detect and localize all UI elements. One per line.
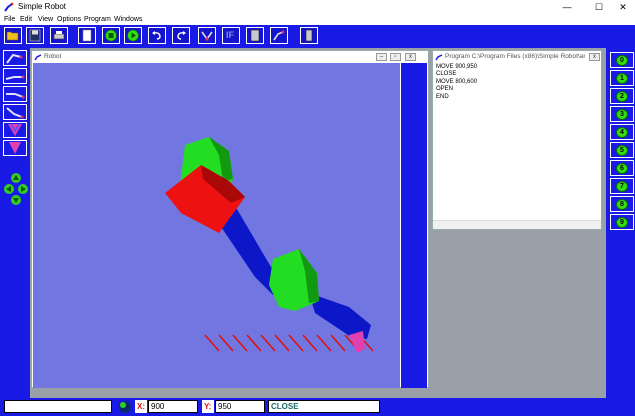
robot-window[interactable]: Robot – ▫ x	[31, 50, 429, 388]
program-editor[interactable]: MOVE 900,950 CLOSE MOVE 800,600 OPEN END	[436, 64, 477, 101]
robot-arm-icon	[4, 2, 14, 12]
number-panel: 0 1 2 3 4 5 6 7 8 9	[609, 48, 635, 398]
robot-scene	[165, 137, 374, 353]
save-button[interactable]	[26, 27, 44, 44]
blank-page-icon	[82, 29, 92, 42]
maximize-button[interactable]: ☐	[587, 0, 611, 15]
exit-button[interactable]	[300, 27, 318, 44]
undo-button[interactable]	[148, 27, 166, 44]
number-button-0[interactable]: 0	[610, 52, 634, 68]
program-line[interactable]: MOVE 900,950	[436, 64, 477, 71]
undo-icon	[152, 31, 161, 40]
status-message	[4, 400, 112, 413]
number-button-3[interactable]: 3	[610, 106, 634, 122]
number-button-5[interactable]: 5	[610, 142, 634, 158]
target-hatch	[204, 334, 374, 352]
robot-window-titlebar[interactable]: Robot – ▫ x	[32, 51, 428, 63]
menu-options[interactable]: Options	[57, 16, 81, 23]
robot-arm-icon	[435, 54, 443, 61]
gripper-state: CLOSE	[268, 400, 380, 413]
move-button[interactable]	[198, 27, 216, 44]
program-horizontal-scrollbar[interactable]	[433, 220, 601, 229]
if-label: IF	[226, 30, 234, 40]
document-icon	[250, 29, 260, 42]
open-button[interactable]	[4, 27, 22, 44]
arm-button[interactable]	[270, 27, 288, 44]
program-line[interactable]: OPEN	[436, 86, 477, 93]
folder-open-icon	[6, 31, 19, 41]
print-button[interactable]	[50, 27, 68, 44]
program-window-close-button[interactable]: x	[589, 53, 600, 61]
program-window[interactable]: Program C:\Program Files (x86)\Simple Ro…	[432, 50, 602, 230]
move-arrow-icon	[201, 31, 213, 41]
arm-extended-icon	[5, 75, 25, 80]
menu-program[interactable]: Program	[84, 16, 111, 23]
robot-arm-icon	[34, 54, 42, 61]
program-line[interactable]: CLOSE	[436, 71, 477, 78]
arm-pose-button-3[interactable]	[3, 86, 27, 102]
number-button-2[interactable]: 2	[610, 88, 634, 104]
robot-window-restore-button[interactable]: ▫	[390, 53, 401, 61]
arm-bent-icon	[6, 107, 24, 119]
gripper-close-icon	[9, 142, 21, 154]
robot-arm-icon	[273, 30, 285, 41]
number-button-9[interactable]: 9	[610, 214, 634, 230]
app-title: Simple Robot	[18, 2, 67, 11]
x-label: X:	[135, 400, 147, 413]
number-button-7[interactable]: 7	[610, 178, 634, 194]
program-button[interactable]	[246, 27, 264, 44]
stop-icon	[105, 29, 117, 42]
number-button-4[interactable]: 4	[610, 124, 634, 140]
number-button-8[interactable]: 8	[610, 196, 634, 212]
arm-pose-button-4[interactable]	[3, 104, 27, 120]
status-bar: X: 900 Y: 950 CLOSE	[0, 398, 635, 416]
robot-3d-view[interactable]	[33, 63, 400, 388]
close-button[interactable]: ✕	[611, 0, 635, 15]
play-icon	[127, 29, 139, 42]
robot-window-title: Robot	[44, 53, 62, 60]
minimize-button[interactable]: —	[555, 0, 579, 15]
floppy-disk-icon	[29, 29, 41, 42]
menu-edit[interactable]: Edit	[20, 16, 32, 23]
number-button-6[interactable]: 6	[610, 160, 634, 176]
program-line[interactable]: MOVE 800,600	[436, 79, 477, 86]
program-line[interactable]: END	[436, 94, 477, 101]
arm-pose-button-1[interactable]	[3, 50, 27, 66]
toolbar: IF	[0, 25, 635, 46]
menu-windows[interactable]: Windows	[114, 16, 142, 23]
program-window-title: Program C:\Program Files (x86)\Simple Ro…	[445, 53, 585, 60]
printer-icon	[53, 31, 65, 40]
y-label: Y:	[202, 400, 214, 413]
title-bar: Simple Robot — ☐ ✕	[0, 0, 635, 15]
globe-icon	[116, 400, 134, 414]
workspace: Robot – ▫ x Program C:\Program Files (x8…	[30, 48, 606, 398]
robot-window-close-button[interactable]: x	[405, 53, 416, 61]
arm-lowered-icon	[6, 93, 25, 99]
run-button[interactable]	[124, 27, 142, 44]
menu-bar: File Edit View Options Program Windows	[0, 15, 635, 25]
gripper-open-button[interactable]	[3, 122, 27, 138]
robot-window-minimize-button[interactable]: –	[376, 53, 387, 61]
redo-icon	[177, 31, 186, 40]
direction-pad	[3, 172, 29, 206]
gripper-open-icon	[8, 123, 22, 136]
menu-file[interactable]: File	[4, 16, 15, 23]
y-value: 950	[215, 400, 265, 413]
door-icon	[305, 29, 313, 42]
arm-pose-button-2[interactable]	[3, 68, 27, 84]
new-button[interactable]	[78, 27, 96, 44]
redo-button[interactable]	[172, 27, 190, 44]
arm-raised-icon	[6, 53, 23, 64]
if-button[interactable]: IF	[222, 27, 240, 44]
x-value: 900	[148, 400, 198, 413]
number-button-1[interactable]: 1	[610, 70, 634, 86]
stop-button[interactable]	[102, 27, 120, 44]
gripper-close-button[interactable]	[3, 140, 27, 156]
robot-window-scrollbar[interactable]	[401, 63, 427, 388]
program-window-titlebar[interactable]: Program C:\Program Files (x86)\Simple Ro…	[433, 51, 601, 63]
menu-view[interactable]: View	[38, 16, 53, 23]
